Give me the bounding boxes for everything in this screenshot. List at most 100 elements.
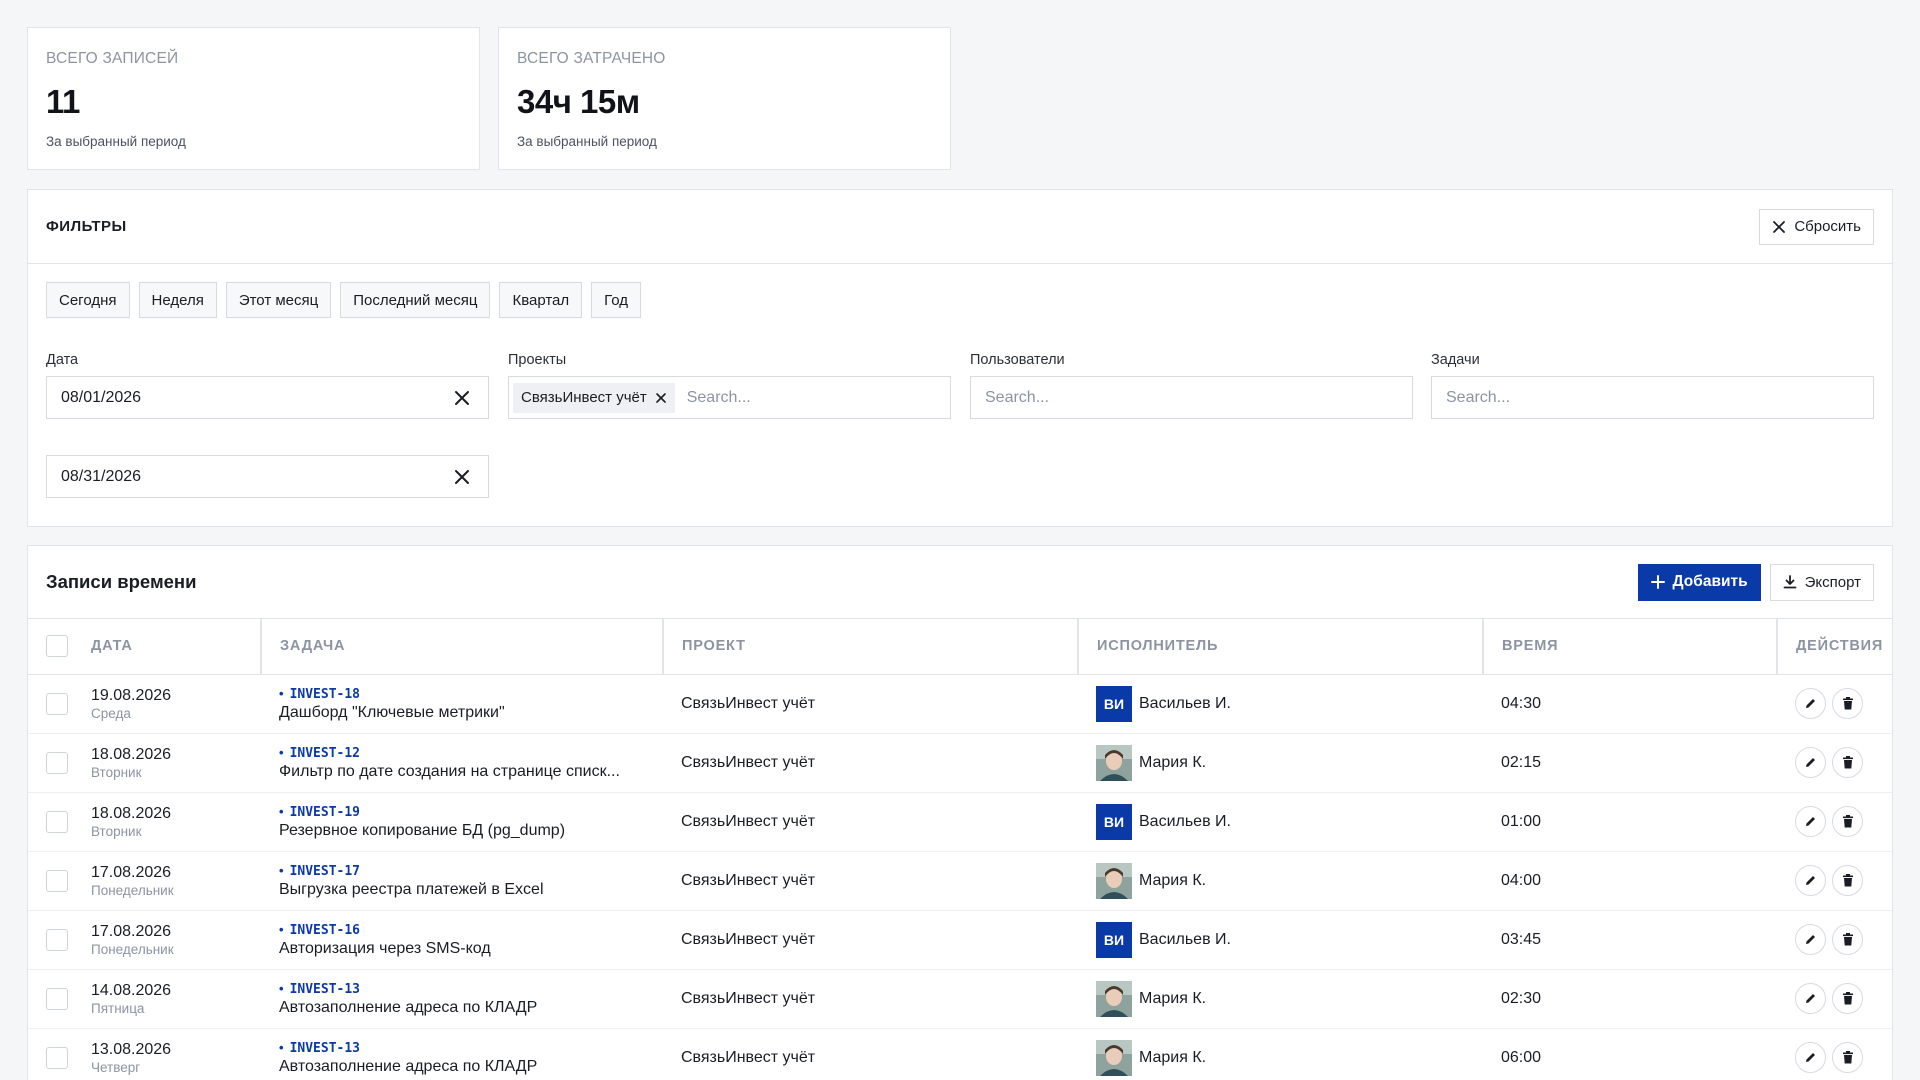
edit-button[interactable]: [1795, 806, 1826, 837]
entry-weekday: Четверг: [91, 1059, 141, 1075]
pencil-icon: [1804, 874, 1817, 887]
task-cell: INVEST-17Выгрузка реестра платежей в Exc…: [261, 851, 663, 911]
clear-icon[interactable]: [452, 388, 472, 408]
project-cell: СвязьИнвест учёт: [663, 910, 1078, 970]
entries-header: Записи времени Добавить Экспорт: [28, 546, 1892, 619]
preset-quarter[interactable]: Квартал: [499, 282, 583, 318]
task-key-link[interactable]: INVEST-16: [279, 922, 663, 938]
avatar: ВИ: [1096, 685, 1132, 722]
task-title: Резервное копирование БД (pg_dump): [279, 821, 566, 839]
preset-last-month[interactable]: Последний месяц: [340, 282, 491, 318]
row-checkbox[interactable]: [46, 869, 68, 892]
assignee-name: Мария К.: [1139, 989, 1207, 1007]
preset-this-month[interactable]: Этот месяц: [225, 282, 332, 318]
delete-button[interactable]: [1832, 806, 1863, 837]
entry-date: 19.08.2026: [91, 686, 172, 704]
entries-title: Записи времени: [46, 571, 197, 592]
edit-button[interactable]: [1795, 1042, 1826, 1073]
select-cell: [28, 792, 73, 852]
column-date[interactable]: ДАТА: [73, 619, 262, 675]
task-cell: INVEST-18Дашборд "Ключевые метрики": [261, 674, 663, 734]
project-chip: СвязьИнвест учёт: [513, 382, 675, 413]
row-checkbox[interactable]: [46, 1046, 68, 1069]
task-cell: INVEST-13Автозаполнение адреса по КЛАДР: [261, 1028, 663, 1080]
assignee-name: Васильев И.: [1139, 694, 1231, 712]
edit-button[interactable]: [1795, 865, 1826, 896]
assignee-cell: Мария К.: [1078, 969, 1483, 1029]
preset-today[interactable]: Сегодня: [46, 282, 130, 318]
delete-button[interactable]: [1832, 747, 1863, 778]
assignee-name: Мария К.: [1139, 1048, 1207, 1066]
row-checkbox[interactable]: [46, 692, 68, 715]
task-key-link[interactable]: INVEST-18: [279, 686, 663, 702]
task-title: Дашборд "Ключевые метрики": [279, 703, 505, 721]
trash-icon: [1842, 992, 1854, 1005]
date-cell: 18.08.2026 Вторник: [73, 733, 261, 793]
entry-date: 18.08.2026: [91, 745, 172, 763]
task-key-link[interactable]: INVEST-12: [279, 745, 663, 761]
table-row[interactable]: 18.08.2026ВторникINVEST-19Резервное копи…: [28, 792, 1892, 852]
table-row[interactable]: 13.08.2026ЧетвергINVEST-13Автозаполнение…: [28, 1028, 1892, 1080]
avatar: [1096, 862, 1132, 899]
select-all-checkbox[interactable]: [46, 635, 68, 658]
row-checkbox[interactable]: [46, 928, 68, 951]
clear-icon[interactable]: [452, 467, 472, 487]
close-icon: [1773, 220, 1786, 233]
task-key-link[interactable]: INVEST-13: [279, 1040, 663, 1056]
filters-title: ФИЛЬТРЫ: [46, 218, 127, 235]
avatar: [1096, 744, 1132, 781]
date-cell: 13.08.2026 Четверг: [73, 1028, 261, 1080]
preset-year[interactable]: Год: [591, 282, 642, 318]
entries-body: 19.08.2026СредаINVEST-18Дашборд "Ключевы…: [28, 674, 1892, 1080]
table-row[interactable]: 17.08.2026ПонедельникINVEST-16Авторизаци…: [28, 910, 1892, 970]
task-cell: INVEST-12Фильтр по дате создания на стра…: [261, 733, 663, 793]
tasks-input[interactable]: Search...: [1431, 376, 1874, 419]
row-checkbox[interactable]: [46, 987, 68, 1010]
column-task[interactable]: ЗАДАЧА: [261, 619, 664, 675]
edit-button[interactable]: [1795, 747, 1826, 778]
add-entry-button[interactable]: Добавить: [1637, 563, 1761, 601]
delete-button[interactable]: [1832, 1042, 1863, 1073]
export-button[interactable]: Экспорт: [1769, 563, 1874, 601]
edit-button[interactable]: [1795, 983, 1826, 1014]
task-key-link[interactable]: INVEST-17: [279, 863, 663, 879]
actions-cell: [1777, 969, 1892, 1029]
column-assignee[interactable]: ИСПОЛНИТЕЛЬ: [1078, 619, 1484, 675]
table-row[interactable]: 17.08.2026ПонедельникINVEST-17Выгрузка р…: [28, 851, 1892, 911]
chip-remove-icon[interactable]: [655, 392, 667, 404]
project-cell: СвязьИнвест учёт: [663, 1028, 1078, 1080]
edit-button[interactable]: [1795, 924, 1826, 955]
entry-weekday: Вторник: [91, 823, 142, 839]
trash-icon: [1842, 756, 1854, 769]
entry-date: 14.08.2026: [91, 981, 172, 999]
preset-week[interactable]: Неделя: [138, 282, 217, 318]
users-input[interactable]: Search...: [970, 376, 1413, 419]
delete-button[interactable]: [1832, 983, 1863, 1014]
date-from-input[interactable]: 08/01/2026: [46, 376, 489, 419]
edit-button[interactable]: [1795, 688, 1826, 719]
date-cell: 17.08.2026 Понедельник: [73, 910, 261, 970]
assignee-cell: ВИ Васильев И.: [1078, 674, 1483, 734]
delete-button[interactable]: [1832, 865, 1863, 896]
column-actions: ДЕЙСТВИЯ: [1777, 619, 1892, 675]
trash-icon: [1842, 697, 1854, 710]
row-checkbox[interactable]: [46, 810, 68, 833]
project-cell: СвязьИнвест учёт: [663, 733, 1078, 793]
entry-weekday: Вторник: [91, 764, 142, 780]
delete-button[interactable]: [1832, 924, 1863, 955]
task-key-link[interactable]: INVEST-19: [279, 804, 663, 820]
projects-placeholder: Search...: [686, 388, 751, 406]
reset-filters-button[interactable]: Сбросить: [1759, 208, 1874, 245]
date-to-input[interactable]: 08/31/2026: [46, 455, 489, 498]
column-project[interactable]: ПРОЕКТ: [663, 619, 1079, 675]
table-row[interactable]: 18.08.2026ВторникINVEST-12Фильтр по дате…: [28, 733, 1892, 793]
row-checkbox[interactable]: [46, 751, 68, 774]
table-row[interactable]: 14.08.2026ПятницаINVEST-13Автозаполнение…: [28, 969, 1892, 1029]
entry-weekday: Понедельник: [91, 941, 174, 957]
project-cell: СвязьИнвест учёт: [663, 674, 1078, 734]
projects-input[interactable]: СвязьИнвест учёт Search...: [508, 376, 951, 419]
column-time[interactable]: ВРЕМЯ: [1483, 619, 1778, 675]
delete-button[interactable]: [1832, 688, 1863, 719]
table-row[interactable]: 19.08.2026СредаINVEST-18Дашборд "Ключевы…: [28, 674, 1892, 734]
task-key-link[interactable]: INVEST-13: [279, 981, 663, 997]
